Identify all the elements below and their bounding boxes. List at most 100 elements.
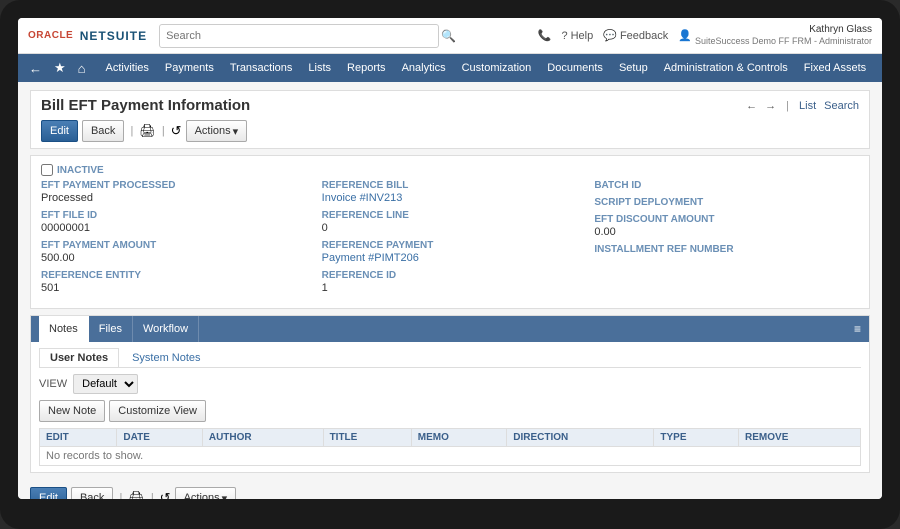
nav-reports[interactable]: Reports <box>340 54 393 82</box>
col-type: TYPE <box>654 429 739 447</box>
reference-entity-label: REFERENCE ENTITY <box>41 270 306 281</box>
page-title: Bill EFT Payment Information <box>41 97 250 114</box>
subtabs: User Notes System Notes <box>39 348 861 368</box>
form-section: INACTIVE EFT PAYMENT PROCESSED Processed… <box>30 155 870 309</box>
eft-file-id-field: EFT FILE ID 00000001 <box>41 210 306 234</box>
tabs-header: Notes Files Workflow ≡ <box>31 316 869 342</box>
edit-button[interactable]: Edit <box>41 120 78 142</box>
bottom-toolbar: Edit Back | 🖨 | ↺ Actions ▾ <box>30 483 870 499</box>
nav-transactions[interactable]: Transactions <box>223 54 300 82</box>
user-info: Kathryn Glass SuiteSuccess Demo FF FRM -… <box>695 23 872 48</box>
reference-payment-link[interactable]: Payment #PIMT206 <box>322 252 419 264</box>
search-icon[interactable]: 🔍 <box>441 29 456 43</box>
reference-entity-field: REFERENCE ENTITY 501 <box>41 270 306 294</box>
inactive-checkbox-row[interactable]: INACTIVE <box>41 164 859 176</box>
nav-payments[interactable]: Payments <box>158 54 221 82</box>
star-nav-icon[interactable]: ★ <box>49 54 71 82</box>
laptop-frame: ORACLE NETSUITE 🔍 📞 ? Help 💬 Feedback <box>0 0 900 529</box>
col-edit: EDIT <box>40 429 117 447</box>
nav-bar: ← ★ ⌂ Activities Payments Transactions L… <box>18 54 882 82</box>
back-button[interactable]: Back <box>82 120 124 142</box>
tabs-list: Notes Files Workflow <box>39 316 199 342</box>
eft-discount-field: EFT DISCOUNT AMOUNT 0.00 <box>594 214 851 238</box>
view-label: VIEW <box>39 378 67 390</box>
col-direction: DIRECTION <box>507 429 654 447</box>
nav-analytics[interactable]: Analytics <box>395 54 453 82</box>
eft-payment-processed-field: EFT PAYMENT PROCESSED Processed <box>41 180 306 204</box>
reference-id-value: 1 <box>322 282 579 294</box>
nav-lists[interactable]: Lists <box>301 54 338 82</box>
new-note-button[interactable]: New Note <box>39 400 105 422</box>
installment-ref-label: INSTALLMENT REF NUMBER <box>594 244 851 255</box>
eft-payment-amount-value: 500.00 <box>41 252 306 264</box>
list-link[interactable]: List <box>799 100 816 112</box>
script-deployment-label: SCRIPT DEPLOYMENT <box>594 197 851 208</box>
help-icon: ? <box>561 30 567 42</box>
nav-admin[interactable]: Administration & Controls <box>657 54 795 82</box>
form-col-right: BATCH ID SCRIPT DEPLOYMENT EFT DISCOUNT … <box>586 180 859 300</box>
tabs-menu-icon[interactable]: ≡ <box>854 322 861 336</box>
user-menu[interactable]: 👤 Kathryn Glass SuiteSuccess Demo FF FRM… <box>678 23 872 48</box>
nav-activities[interactable]: Activities <box>99 54 156 82</box>
bottom-actions-button[interactable]: Actions ▾ <box>175 487 237 499</box>
subtab-system-notes[interactable]: System Notes <box>121 348 211 367</box>
feedback-icon: 💬 <box>603 29 617 42</box>
print-icon[interactable]: 🖨 <box>139 123 156 139</box>
screen: ORACLE NETSUITE 🔍 📞 ? Help 💬 Feedback <box>18 18 882 499</box>
nav-setup[interactable]: Setup <box>612 54 655 82</box>
bottom-print-icon[interactable]: 🖨 <box>128 490 145 499</box>
batch-id-field: BATCH ID <box>594 180 851 191</box>
search-link[interactable]: Search <box>824 100 859 112</box>
nav-more[interactable]: ··· <box>875 54 882 82</box>
tabs-container: Notes Files Workflow ≡ User Notes System… <box>30 315 870 473</box>
col-memo: MEMO <box>411 429 506 447</box>
batch-id-label: BATCH ID <box>594 180 851 191</box>
col-remove: REMOVE <box>739 429 861 447</box>
no-records-text: No records to show. <box>46 446 143 466</box>
table-actions: New Note Customize View <box>39 400 861 422</box>
reference-id-field: REFERENCE ID 1 <box>322 270 579 294</box>
inactive-label: INACTIVE <box>57 165 104 176</box>
home-nav-icon[interactable]: ⌂ <box>73 54 91 82</box>
actions-button[interactable]: Actions ▾ <box>186 120 248 142</box>
next-record-icon[interactable]: → <box>765 100 776 112</box>
page-title-row: Bill EFT Payment Information ← → | List … <box>41 97 859 114</box>
customize-view-button[interactable]: Customize View <box>109 400 206 422</box>
back-nav-icon[interactable]: ← <box>24 54 47 82</box>
search-input[interactable] <box>159 24 439 48</box>
col-author: AUTHOR <box>202 429 323 447</box>
view-row: VIEW Default <box>39 374 861 394</box>
col-title: TITLE <box>323 429 411 447</box>
bottom-back-button[interactable]: Back <box>71 487 113 499</box>
phone-icon-item[interactable]: 📞 <box>538 29 552 42</box>
tab-workflow[interactable]: Workflow <box>133 316 199 342</box>
inactive-checkbox[interactable] <box>41 164 53 176</box>
nav-fixed-assets[interactable]: Fixed Assets <box>797 54 873 82</box>
table-body: No records to show. <box>40 447 861 466</box>
prev-record-icon[interactable]: ← <box>746 100 757 112</box>
subtab-user-notes[interactable]: User Notes <box>39 348 119 367</box>
user-name: Kathryn Glass <box>695 23 872 36</box>
content-area: Bill EFT Payment Information ← → | List … <box>18 82 882 499</box>
tab-files[interactable]: Files <box>89 316 133 342</box>
reference-line-field: REFERENCE LINE 0 <box>322 210 579 234</box>
user-icon: 👤 <box>678 29 692 42</box>
page-actions-right: ← → | List Search <box>746 100 859 112</box>
page-header: Bill EFT Payment Information ← → | List … <box>30 90 870 149</box>
form-grid: EFT PAYMENT PROCESSED Processed EFT FILE… <box>41 180 859 300</box>
reference-payment-field: REFERENCE PAYMENT Payment #PIMT206 <box>322 240 579 264</box>
tab-notes[interactable]: Notes <box>39 316 89 342</box>
user-role: SuiteSuccess Demo FF FRM - Administrator <box>695 36 872 48</box>
help-link[interactable]: ? Help <box>561 30 593 42</box>
bottom-edit-button[interactable]: Edit <box>30 487 67 499</box>
view-select[interactable]: Default <box>73 374 138 394</box>
save-nav-icon[interactable]: ↺ <box>171 123 182 139</box>
nav-documents[interactable]: Documents <box>540 54 610 82</box>
reference-entity-value: 501 <box>41 282 306 294</box>
bottom-save-icon[interactable]: ↺ <box>160 490 171 499</box>
feedback-link[interactable]: 💬 Feedback <box>603 29 668 42</box>
reference-payment-label: REFERENCE PAYMENT <box>322 240 579 251</box>
nav-customization[interactable]: Customization <box>455 54 539 82</box>
reference-bill-link[interactable]: Invoice #INV213 <box>322 192 403 204</box>
logo-netsuite: NETSUITE <box>80 29 147 43</box>
